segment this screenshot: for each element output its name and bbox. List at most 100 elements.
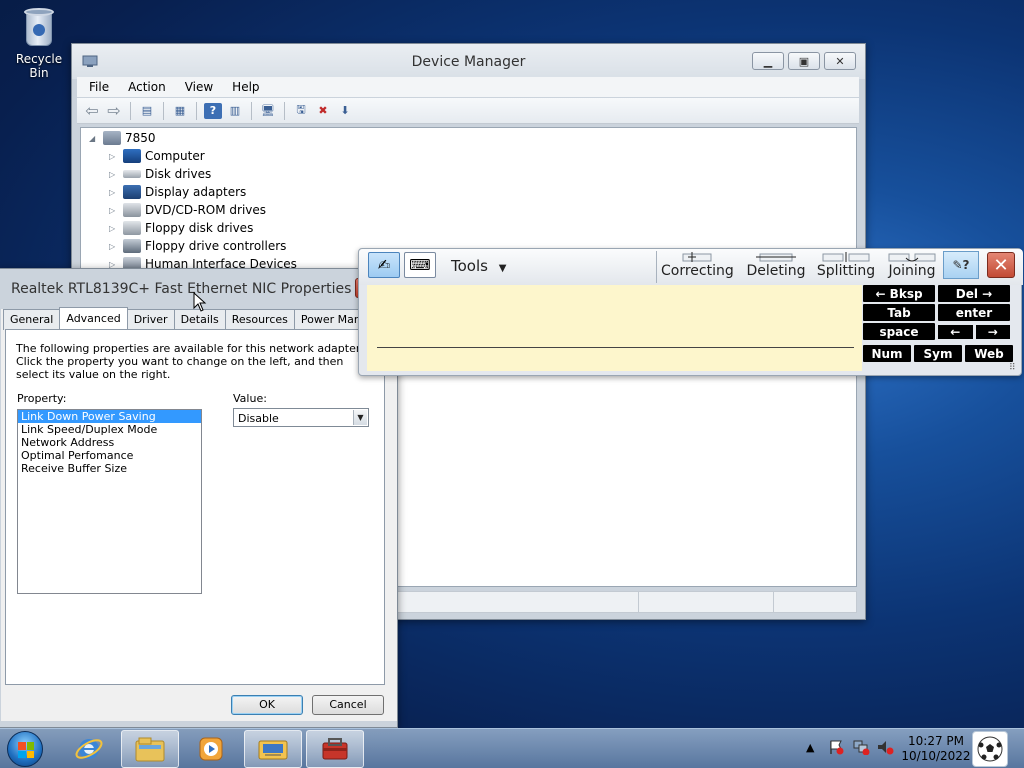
tab-resources[interactable]: Resources xyxy=(224,309,295,330)
taskbar-media-player[interactable] xyxy=(182,730,240,768)
menu-view[interactable]: View xyxy=(173,77,220,97)
taskbar-device-manager[interactable] xyxy=(306,730,364,768)
tab-key[interactable]: Tab xyxy=(863,304,935,321)
taskbar-input-panel[interactable] xyxy=(244,730,302,768)
tree-root-label: 7850 xyxy=(125,131,156,145)
keyboard-button[interactable]: ⌨ xyxy=(404,252,436,278)
tab-general[interactable]: General xyxy=(3,309,61,330)
correcting-icon xyxy=(661,251,733,263)
backspace-key[interactable]: ← Bksp xyxy=(863,285,935,302)
left-arrow-key[interactable]: ← xyxy=(938,324,973,339)
taskbar-explorer[interactable] xyxy=(121,730,179,768)
expand-icon[interactable]: ▷ xyxy=(109,188,119,197)
tree-item-label: Floppy disk drives xyxy=(145,221,254,235)
uninstall-icon[interactable]: ✖ xyxy=(314,103,332,119)
expand-icon[interactable]: ▷ xyxy=(109,224,119,233)
value-dropdown[interactable]: Disable ▼ xyxy=(233,408,369,427)
right-arrow-key[interactable]: → xyxy=(975,324,1010,339)
device-manager-titlebar[interactable]: Device Manager ▁ ▣ ✕ xyxy=(72,44,865,79)
recycle-bin[interactable]: Recycle Bin xyxy=(6,6,72,80)
action-pane-icon[interactable]: ▥ xyxy=(226,103,244,119)
menu-action[interactable]: Action xyxy=(116,77,173,97)
ok-button[interactable]: OK xyxy=(231,695,303,715)
joining-icon xyxy=(883,251,941,263)
space-key[interactable]: space xyxy=(863,323,935,340)
property-list-item[interactable]: Network Address xyxy=(18,436,201,449)
expand-icon[interactable]: ▷ xyxy=(109,206,119,215)
computer-icon xyxy=(123,149,141,163)
input-panel-close-button[interactable]: ✕ xyxy=(987,252,1015,278)
tree-item-computer[interactable]: ▷ Computer xyxy=(109,147,205,165)
value-label: Value: xyxy=(233,392,267,405)
expand-icon[interactable]: ▷ xyxy=(109,242,119,251)
tab-details[interactable]: Details xyxy=(173,309,226,330)
taskbar-internet-explorer[interactable] xyxy=(60,730,118,768)
clock-date: 10/10/2022 xyxy=(901,749,971,763)
show-desktop-button[interactable] xyxy=(972,731,1008,767)
sym-key[interactable]: Sym xyxy=(914,345,962,362)
delete-key[interactable]: Del → xyxy=(938,285,1010,302)
help-note-icon: ✎? xyxy=(952,258,970,272)
tree-item-floppy-controllers[interactable]: ▷ Floppy drive controllers xyxy=(109,237,286,255)
properties-icon[interactable]: ▦ xyxy=(171,103,189,119)
menu-file[interactable]: File xyxy=(77,77,116,97)
help-icon[interactable]: ? xyxy=(204,102,222,119)
scan-hardware-icon[interactable]: 🖥 xyxy=(259,103,277,119)
close-button[interactable]: ✕ xyxy=(824,52,856,70)
joining-gesture[interactable]: Joining xyxy=(883,251,941,283)
media-player-icon xyxy=(199,737,223,761)
tab-advanced[interactable]: Advanced xyxy=(59,307,128,329)
arrow-keys: ← → xyxy=(938,323,1010,340)
action-center-icon[interactable] xyxy=(828,739,844,758)
tree-item-disk-drives[interactable]: ▷ Disk drives xyxy=(109,165,211,183)
disable-device-icon[interactable]: ⬇ xyxy=(336,103,354,119)
recycle-bin-icon xyxy=(22,6,56,48)
tree-item-dvd-drives[interactable]: ▷ DVD/CD-ROM drives xyxy=(109,201,266,219)
minimize-button[interactable]: ▁ xyxy=(752,52,784,70)
property-list-item[interactable]: Optimal Perfomance xyxy=(18,449,201,462)
mouse-cursor-icon xyxy=(193,292,207,312)
cancel-button[interactable]: Cancel xyxy=(312,695,384,715)
property-list-item[interactable]: Link Down Power Saving xyxy=(18,410,201,423)
menu-help[interactable]: Help xyxy=(220,77,266,97)
tab-driver[interactable]: Driver xyxy=(126,309,175,330)
forward-icon[interactable]: ⇨ xyxy=(105,101,123,120)
recycle-bin-label: Recycle Bin xyxy=(15,52,63,80)
tab-strip: General Advanced Driver Details Resource… xyxy=(3,307,390,330)
tree-item-floppy-disk-drives[interactable]: ▷ Floppy disk drives xyxy=(109,219,253,237)
web-key[interactable]: Web xyxy=(965,345,1013,362)
device-manager-title: Device Manager xyxy=(411,54,526,70)
gesture-label: Correcting xyxy=(661,263,734,279)
maximize-button[interactable]: ▣ xyxy=(788,52,820,70)
writing-pad-button[interactable]: ✍ xyxy=(368,252,400,278)
expand-icon[interactable]: ▷ xyxy=(109,152,119,161)
splitting-gesture[interactable]: Splitting xyxy=(815,251,877,283)
resize-grip-icon[interactable]: ⠿ xyxy=(1009,363,1016,373)
toolbar: ⇦ ⇨ ▤ ▦ ? ▥ 🖥 🖫 ✖ ⬇ xyxy=(77,98,859,124)
num-key[interactable]: Num xyxy=(863,345,911,362)
dvd-drive-icon xyxy=(123,203,141,217)
tree-root[interactable]: ◢ 7850 xyxy=(89,129,156,147)
back-icon[interactable]: ⇦ xyxy=(83,101,101,120)
volume-icon[interactable] xyxy=(876,739,894,758)
system-clock[interactable]: 10:27 PM 10/10/2022 xyxy=(900,734,972,764)
network-icon[interactable] xyxy=(852,739,870,758)
console-tree-icon[interactable]: ▤ xyxy=(138,103,156,119)
help-topics-button[interactable]: ✎? xyxy=(943,251,979,279)
collapse-icon[interactable]: ◢ xyxy=(89,134,99,143)
gesture-label: Splitting xyxy=(816,263,876,279)
expand-icon[interactable]: ▷ xyxy=(109,170,119,179)
start-button[interactable] xyxy=(7,731,43,767)
tools-menu-button[interactable]: Tools ▼ xyxy=(451,257,506,275)
show-hidden-icons-icon[interactable]: ▲ xyxy=(806,741,814,754)
deleting-gesture[interactable]: Deleting xyxy=(743,251,809,283)
update-driver-icon[interactable]: 🖫 xyxy=(292,103,310,119)
dropdown-arrow-icon[interactable]: ▼ xyxy=(353,410,367,425)
correcting-gesture[interactable]: Correcting xyxy=(661,251,734,283)
enter-key[interactable]: enter xyxy=(938,304,1010,321)
tree-item-display-adapters[interactable]: ▷ Display adapters xyxy=(109,183,246,201)
writing-pad-icon: ✍ xyxy=(377,256,391,274)
property-list-item[interactable]: Link Speed/Duplex Mode xyxy=(18,423,201,436)
property-list-item[interactable]: Receive Buffer Size xyxy=(18,462,201,475)
writing-area[interactable] xyxy=(367,285,862,371)
